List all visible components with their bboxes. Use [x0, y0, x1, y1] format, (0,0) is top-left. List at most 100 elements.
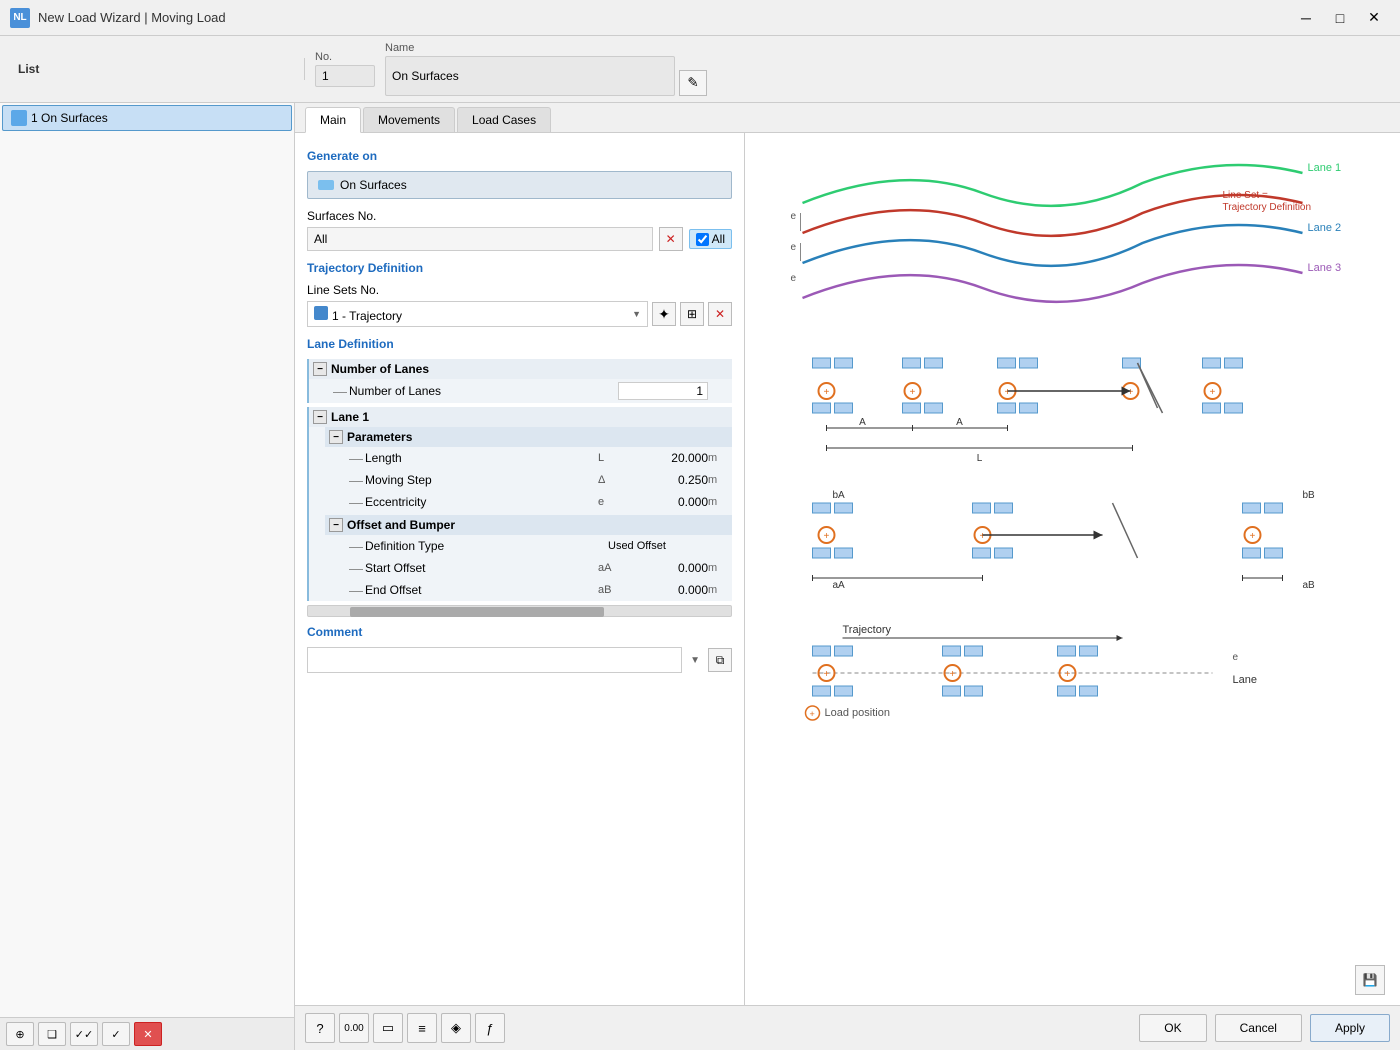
eccentricity-row: — Eccentricity e 0.000 m	[325, 491, 732, 513]
list-item[interactable]: 1 On Surfaces	[2, 105, 292, 131]
load-positions-diagram: + + + + +	[755, 353, 1390, 473]
length-symbol: L	[598, 452, 628, 464]
check-all-button[interactable]: ✓✓	[70, 1022, 98, 1046]
tab-movements[interactable]: Movements	[363, 107, 455, 132]
form-panel: Generate on On Surfaces Surfaces No. ✕ A…	[295, 133, 745, 1005]
delete-button[interactable]: ✕	[134, 1022, 162, 1046]
save-diagram-button[interactable]: 💾	[1355, 965, 1385, 995]
lane1-section: − Lane 1 − Parameters — Length	[307, 407, 732, 601]
surfaces-clear-button[interactable]: ✕	[659, 227, 683, 251]
no-field: No.	[315, 51, 375, 87]
line-sets-row: 1 - Trajectory ▼ ✦ ⊞ ✕	[307, 301, 732, 327]
list-item-icon	[11, 110, 27, 126]
offset-header[interactable]: − Offset and Bumper	[325, 515, 732, 535]
tab-main[interactable]: Main	[305, 107, 361, 133]
svg-text:L: L	[977, 453, 983, 464]
generate-on-title: Generate on	[307, 149, 732, 163]
svg-text:+: +	[910, 387, 916, 398]
lane1-header[interactable]: − Lane 1	[309, 407, 732, 427]
parameters-subsection: − Parameters — Length L 20.000 m	[309, 427, 732, 513]
svg-text:+: +	[824, 669, 830, 680]
edit-name-button[interactable]: ✎	[679, 70, 707, 96]
end-offset-symbol: aB	[598, 584, 628, 596]
ba-bb-diagram: bA bB + +	[755, 483, 1390, 613]
duplicate-button[interactable]: ❑	[38, 1022, 66, 1046]
minimize-button[interactable]: ─	[1290, 6, 1322, 30]
no-input[interactable]	[315, 65, 375, 87]
value-button[interactable]: 0.00	[339, 1013, 369, 1043]
name-input[interactable]	[385, 56, 675, 96]
svg-text:Trajectory Definition: Trajectory Definition	[1223, 202, 1312, 213]
right-panel: Main Movements Load Cases Generate on On…	[295, 103, 1400, 1050]
svg-text:e: e	[1233, 652, 1239, 663]
comment-input[interactable]	[307, 647, 682, 673]
svg-text:+: +	[1005, 387, 1011, 398]
parameters-label: Parameters	[347, 430, 412, 444]
generate-on-button[interactable]: On Surfaces	[307, 171, 732, 199]
num-lanes-section: − Number of Lanes — Number of Lanes	[307, 359, 732, 403]
close-button[interactable]: ✕	[1358, 6, 1390, 30]
expand-num-lanes[interactable]: −	[313, 362, 327, 376]
start-offset-unit: m	[708, 562, 728, 574]
lane3-diag-label: Lane 3	[1308, 262, 1342, 274]
lane2-diag-label: Lane 2	[1308, 222, 1342, 234]
line-sets-combo[interactable]: 1 - Trajectory ▼	[307, 301, 648, 327]
svg-text:+: +	[810, 709, 815, 719]
length-unit: m	[708, 452, 728, 464]
svg-text:e: e	[791, 242, 797, 253]
list-panel: 1 On Surfaces ⊕ ❑ ✓✓ ✓ ✕	[0, 103, 295, 1050]
no-label: No.	[315, 51, 375, 63]
def-type-label: Definition Type	[365, 539, 578, 553]
num-lanes-input[interactable]	[618, 382, 708, 400]
surface-button[interactable]: ▭	[373, 1013, 403, 1043]
expand-offset[interactable]: −	[329, 518, 343, 532]
cancel-button[interactable]: Cancel	[1215, 1014, 1302, 1042]
svg-text:e: e	[791, 273, 797, 284]
svg-text:+: +	[950, 669, 956, 680]
start-offset-symbol: aA	[598, 562, 628, 574]
name-label: Name	[385, 42, 707, 54]
horizontal-scrollbar[interactable]	[307, 605, 732, 617]
apply-button[interactable]: Apply	[1310, 1014, 1390, 1042]
all-checkbox-input[interactable]	[696, 233, 709, 246]
lanes-diagram: Lane 1 Line Set = Trajectory Definition …	[755, 143, 1390, 343]
check-button[interactable]: ✓	[102, 1022, 130, 1046]
num-lanes-row: — Number of Lanes	[309, 379, 732, 403]
line-sets-value: 1 - Trajectory	[332, 309, 402, 323]
lineset-edit-button[interactable]: ⊞	[680, 302, 704, 326]
lineset-star-button[interactable]: ✦	[652, 302, 676, 326]
moving-step-label: Moving Step	[365, 473, 598, 487]
add-from-clipboard-button[interactable]: ⊕	[6, 1022, 34, 1046]
all-checkbox[interactable]: All	[689, 229, 732, 249]
surfaces-input[interactable]	[307, 227, 653, 251]
maximize-button[interactable]: □	[1324, 6, 1356, 30]
surfaces-no-label: Surfaces No.	[307, 209, 732, 223]
line-sets-label: Line Sets No.	[307, 283, 732, 297]
comment-copy-button[interactable]: ⧉	[708, 648, 732, 672]
svg-text:aA: aA	[833, 580, 846, 591]
formula-button[interactable]: ƒ	[475, 1013, 505, 1043]
num-lanes-value-label: Number of Lanes	[349, 384, 588, 398]
svg-text:+: +	[1128, 387, 1134, 398]
list-button[interactable]: ≡	[407, 1013, 437, 1043]
lineset-clear-button[interactable]: ✕	[708, 302, 732, 326]
eccentricity-value: 0.000	[628, 495, 708, 509]
comment-dropdown-arrow[interactable]: ▼	[690, 655, 700, 666]
all-label: All	[712, 232, 725, 246]
expand-lane1[interactable]: −	[313, 410, 327, 424]
diagram-panel: Lane 1 Line Set = Trajectory Definition …	[745, 133, 1400, 1005]
offset-subsection: − Offset and Bumper — Definition Type Us…	[309, 515, 732, 601]
eccentricity-unit: m	[708, 496, 728, 508]
tab-loadcases[interactable]: Load Cases	[457, 107, 551, 132]
ok-button[interactable]: OK	[1139, 1014, 1206, 1042]
svg-text:bB: bB	[1303, 490, 1316, 501]
help-button[interactable]: ?	[305, 1013, 335, 1043]
window-controls: ─ □ ✕	[1290, 6, 1390, 30]
svg-text:Trajectory: Trajectory	[843, 624, 892, 636]
moving-step-symbol: Δ	[598, 474, 628, 486]
settings-button[interactable]: ◈	[441, 1013, 471, 1043]
expand-parameters[interactable]: −	[329, 430, 343, 444]
list-item-label: 1 On Surfaces	[31, 111, 108, 125]
num-lanes-header[interactable]: − Number of Lanes	[309, 359, 732, 379]
parameters-header[interactable]: − Parameters	[325, 427, 732, 447]
